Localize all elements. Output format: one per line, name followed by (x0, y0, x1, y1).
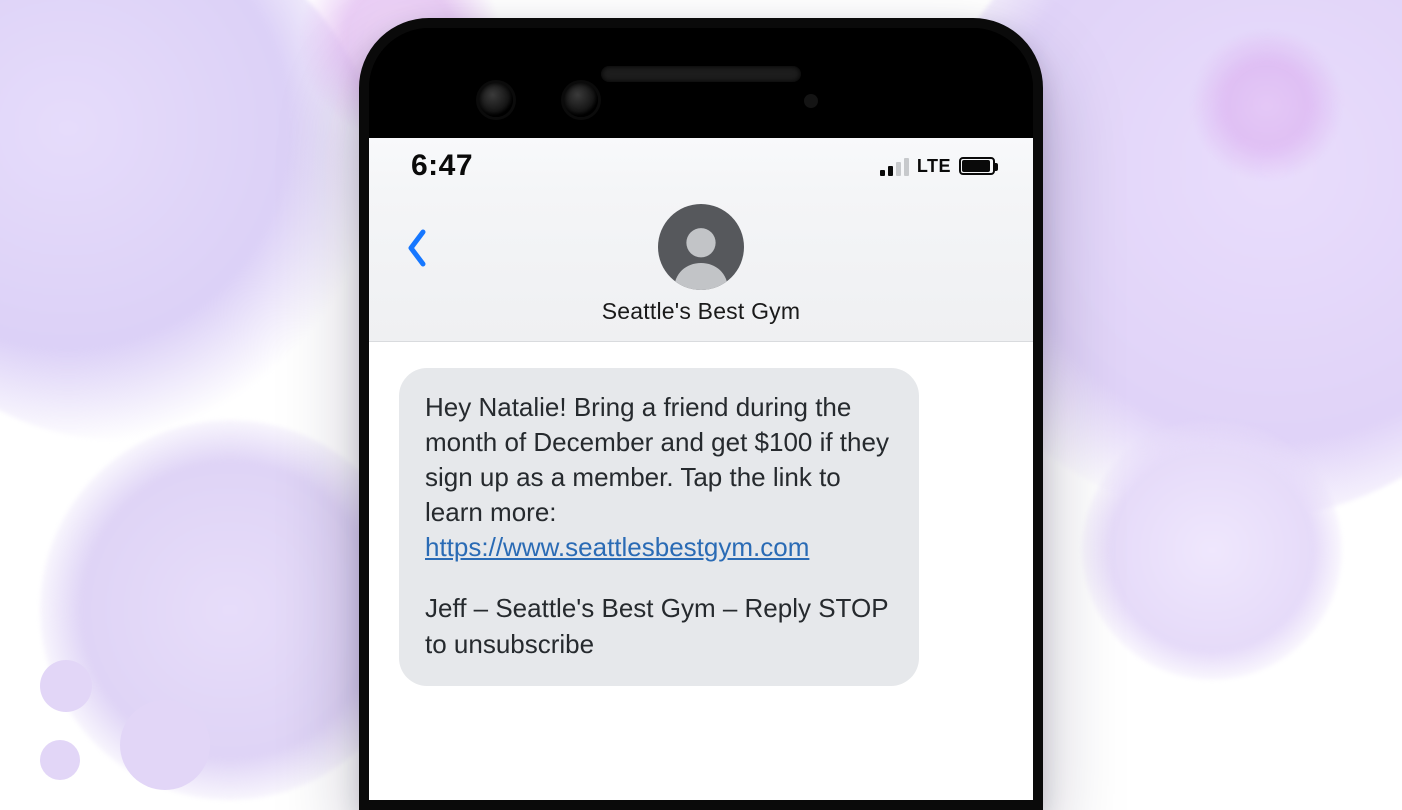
phone-speaker (601, 66, 801, 82)
back-button[interactable] (395, 226, 439, 270)
incoming-message-bubble[interactable]: Hey Natalie! Bring a friend during the m… (399, 368, 919, 686)
message-link[interactable]: https://www.seattlesbestgym.com (425, 532, 809, 562)
conversation-header: Seattle's Best Gym (369, 194, 1033, 342)
status-indicators: LTE (880, 156, 995, 177)
network-type-label: LTE (917, 156, 951, 177)
contact-avatar[interactable] (658, 204, 744, 290)
phone-camera-icon (479, 83, 513, 117)
battery-icon (959, 157, 995, 175)
phone-sensor-icon (804, 94, 818, 108)
message-signature-text: Jeff – Seattle's Best Gym – Reply STOP t… (425, 591, 893, 661)
messages-thread[interactable]: Hey Natalie! Bring a friend during the m… (369, 342, 1033, 810)
phone-volume-button (1041, 588, 1043, 728)
phone-camera-icon (564, 83, 598, 117)
phone-power-button (1041, 428, 1043, 538)
status-time: 6:47 (411, 149, 473, 183)
message-body-text: Hey Natalie! Bring a friend during the m… (425, 392, 889, 527)
status-bar: 6:47 LTE (369, 138, 1033, 194)
contact-name[interactable]: Seattle's Best Gym (389, 298, 1013, 325)
signal-strength-icon (880, 156, 909, 176)
phone-device-frame: 6:47 LTE (359, 18, 1043, 810)
chevron-left-icon (405, 228, 429, 268)
phone-bezel (369, 28, 1033, 138)
phone-screen: 6:47 LTE (369, 138, 1033, 800)
person-silhouette-icon (665, 218, 737, 290)
